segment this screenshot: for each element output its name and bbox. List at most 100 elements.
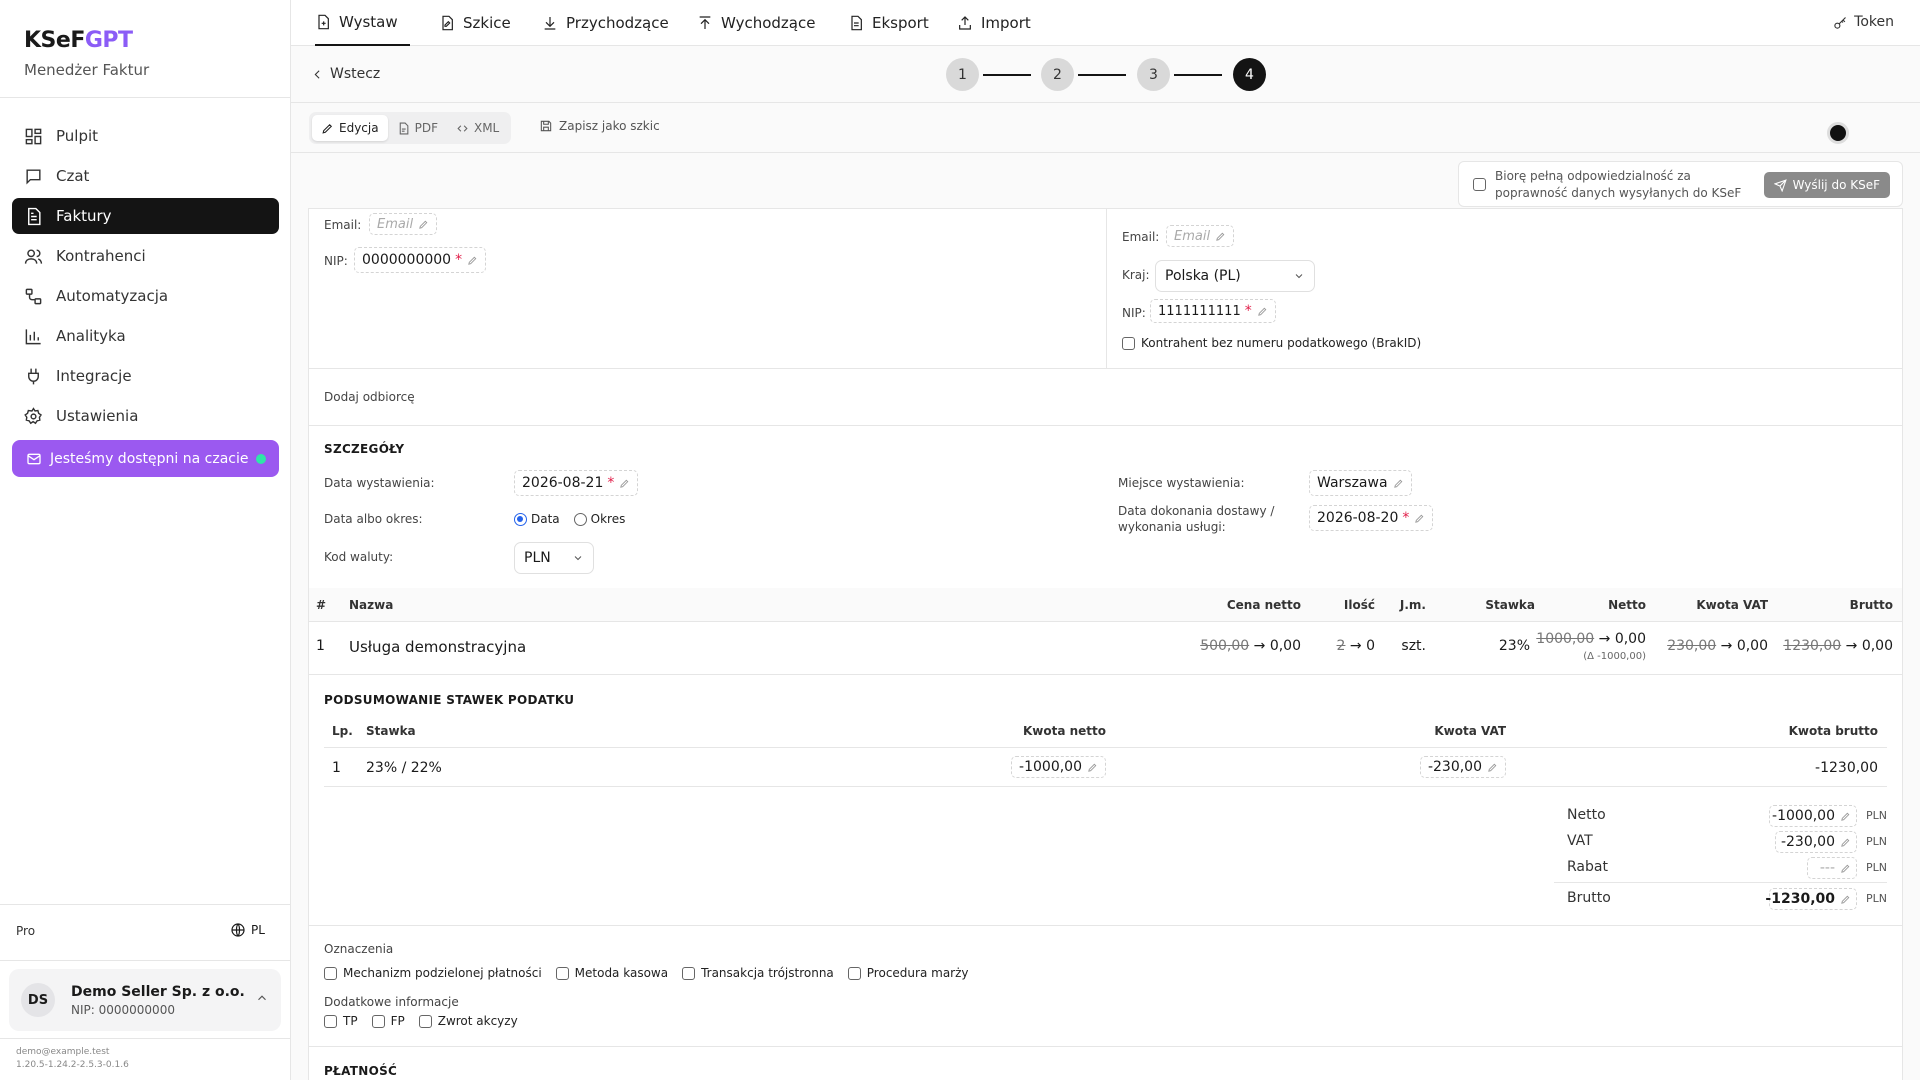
col-unit: J.m.	[1399, 598, 1426, 612]
col-net: Netto	[1608, 598, 1646, 612]
language-switcher[interactable]: PL	[230, 922, 265, 938]
tax-row-net-field[interactable]: -1000,00	[1011, 756, 1106, 778]
col-qty: Ilość	[1343, 598, 1375, 612]
tax-col-rate: Stawka	[366, 724, 416, 738]
period-radio[interactable]	[573, 512, 587, 526]
triangular-transaction-checkbox[interactable]	[682, 966, 696, 980]
tab-import[interactable]: Import	[957, 0, 1031, 46]
sidebar-item-analityka[interactable]: Analityka	[12, 318, 279, 354]
buyer-email-field[interactable]: Email	[1166, 225, 1235, 247]
tab-wychodzace[interactable]: Wychodzące	[697, 0, 815, 46]
tax-row-net: -1000,00	[1019, 759, 1082, 775]
sidebar-item-faktury[interactable]: Faktury	[12, 198, 279, 234]
file-plus-icon	[318, 14, 329, 30]
fp-checkbox[interactable]	[371, 1014, 385, 1028]
step-3[interactable]: 3	[1137, 58, 1170, 91]
tab-szkice[interactable]: Szkice	[439, 0, 511, 46]
sidebar-item-ustawienia[interactable]: Ustawienia	[12, 398, 279, 434]
delivery-date-label-line2: wykonania usługi:	[1118, 520, 1226, 534]
totals-vat-label: VAT	[1567, 833, 1593, 849]
gear-icon	[24, 406, 43, 424]
send-icon	[1773, 178, 1787, 192]
totals-brutto-field[interactable]: -1230,00	[1765, 888, 1857, 910]
step-4[interactable]: 4	[1233, 58, 1266, 91]
sidebar-item-automatyzacja[interactable]: Automatyzacja	[12, 278, 279, 314]
mode-pdf-button[interactable]: PDF	[388, 115, 447, 141]
pencil-icon	[1415, 514, 1424, 523]
tax-row-vat: -230,00	[1427, 759, 1482, 775]
buyer-nip-value: 1111111111	[1158, 303, 1241, 319]
buyer-no-tax-id-checkbox[interactable]	[1122, 336, 1135, 350]
pencil-icon	[1088, 763, 1097, 772]
required-marker: *	[607, 475, 615, 491]
date-radio[interactable]	[514, 512, 527, 526]
sidebar-nav: Pulpit Czat Faktury Kontrahenci Automaty…	[12, 118, 279, 477]
tab-label: Szkice	[463, 14, 511, 32]
mail-icon	[27, 453, 41, 464]
user-menu[interactable]: DS Demo Seller Sp. z o.o. NIP: 000000000…	[9, 969, 281, 1031]
totals-rabat-field[interactable]: ---	[1807, 857, 1857, 879]
tab-wystaw[interactable]: Wystaw	[315, 0, 410, 46]
buyer-nip-label: NIP:	[1122, 306, 1146, 320]
sidebar-item-integracje[interactable]: Integracje	[12, 358, 279, 394]
tab-przychodzace[interactable]: Przychodzące	[542, 0, 669, 46]
currency-select[interactable]: PLN	[514, 542, 594, 574]
additional-label: TP	[343, 1014, 358, 1028]
send-to-ksef-button[interactable]: Wyślij do KSeF	[1763, 172, 1890, 198]
tax-col-vat: Kwota VAT	[1434, 724, 1506, 738]
sidebar-item-label: Integracje	[56, 367, 132, 385]
table-row[interactable]: 1 Usługa demonstracyjna 500,00 → 0,00 2 …	[309, 621, 1902, 673]
seller-email-field[interactable]: Email	[369, 213, 438, 235]
theme-toggle[interactable]	[1827, 122, 1849, 144]
responsibility-checkbox[interactable]	[1473, 178, 1486, 191]
currency-label: Kod waluty:	[324, 550, 394, 564]
split-payment-checkbox[interactable]	[324, 966, 337, 980]
delivery-date-field[interactable]: 2026-08-20 *	[1309, 505, 1434, 531]
margin-procedure-checkbox[interactable]	[847, 966, 861, 980]
send-label: Wyślij do KSeF	[1792, 178, 1880, 192]
seller-nip-field[interactable]: 0000000000 *	[354, 247, 487, 273]
pencil-icon	[419, 220, 428, 229]
cash-method-checkbox[interactable]	[555, 966, 569, 980]
date-option-label: Data	[531, 512, 560, 526]
excise-refund-checkbox[interactable]	[418, 1014, 432, 1028]
token-button[interactable]: Token	[1833, 14, 1894, 30]
globe-icon	[231, 923, 245, 937]
sidebar-item-czat[interactable]: Czat	[12, 158, 279, 194]
totals-rabat-label: Rabat	[1567, 859, 1608, 875]
place-field[interactable]: Warszawa	[1309, 470, 1412, 496]
chat-support-button[interactable]: Jesteśmy dostępni na czacie	[12, 440, 279, 477]
issue-date-label: Data wystawienia:	[324, 476, 435, 490]
chevron-left-icon	[314, 69, 320, 79]
tp-checkbox[interactable]	[324, 1014, 337, 1028]
mode-xml-button[interactable]: XML	[447, 115, 508, 141]
divider	[324, 786, 1887, 787]
tax-row-vat-field[interactable]: -230,00	[1419, 756, 1506, 778]
tab-eksport[interactable]: Eksport	[848, 0, 929, 46]
add-recipient-link[interactable]: Dodaj odbiorcę	[324, 390, 415, 404]
pencil-icon	[468, 256, 477, 265]
issue-date-field[interactable]: 2026-08-21 *	[514, 470, 639, 496]
chat-icon	[26, 168, 41, 185]
app-logo[interactable]: KSeFGPT	[24, 28, 133, 53]
plug-icon	[28, 368, 39, 384]
sidebar-item-pulpit[interactable]: Pulpit	[12, 118, 279, 154]
save-draft-button[interactable]: Zapisz jako szkic	[539, 119, 660, 133]
buyer-no-tax-id-option[interactable]: Kontrahent bez numeru podatkowego (BrakI…	[1122, 336, 1421, 350]
step-2[interactable]: 2	[1041, 58, 1074, 91]
payment-section-title: PŁATNOŚĆ	[324, 1064, 398, 1078]
totals-vat-field[interactable]: -230,00	[1775, 831, 1857, 853]
buyer-nip-field[interactable]: 1111111111 *	[1150, 299, 1276, 323]
back-button[interactable]: Wstecz	[311, 66, 380, 82]
mode-edit-button[interactable]: Edycja	[312, 115, 388, 141]
step-1[interactable]: 1	[946, 58, 979, 91]
buyer-country-select[interactable]: Polska (PL)	[1155, 260, 1315, 292]
analytics-icon	[25, 328, 41, 344]
seller-email-placeholder: Email	[377, 216, 414, 232]
main-area: Wystaw Szkice Przychodzące Wychodzące Ek…	[291, 0, 1920, 1080]
totals-netto-field[interactable]: -1000,00	[1769, 805, 1857, 827]
col-vat: Kwota VAT	[1696, 598, 1768, 612]
top-navigation: Wystaw Szkice Przychodzące Wychodzące Ek…	[291, 0, 1920, 46]
currency-code: PLN	[1866, 835, 1887, 848]
sidebar-item-kontrahenci[interactable]: Kontrahenci	[12, 238, 279, 274]
